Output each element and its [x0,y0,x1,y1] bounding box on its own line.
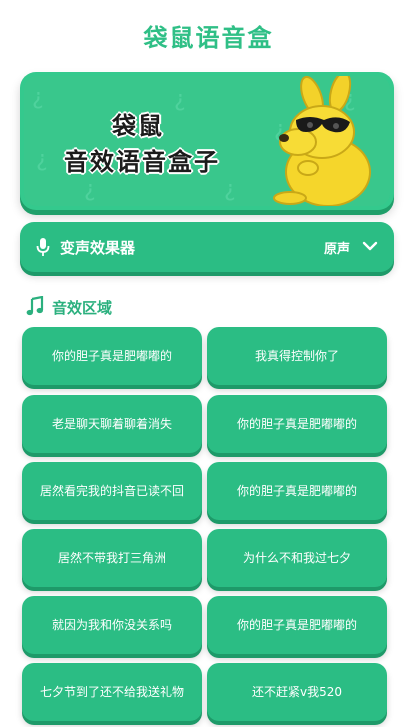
sound-button[interactable]: 七夕节到了还不给我送礼物 [22,663,202,721]
sound-button[interactable]: 居然不带我打三角洲 [22,529,202,587]
sound-button[interactable]: 就因为我和你没关系吗 [22,596,202,654]
music-note-icon [26,296,44,316]
effects-section-label: 音效区域 [52,299,113,317]
banner-title-line2: 音效语音盒子 [63,147,220,177]
svg-text:¿: ¿ [174,87,186,112]
chevron-down-icon [362,241,378,251]
sound-button[interactable]: 为什么不和我过七夕 [207,529,387,587]
sound-button[interactable]: 你的胆子真是肥嘟嘟的 [207,462,387,520]
voice-changer-selector[interactable]: 变声效果器 原声 [20,222,394,272]
app-title: 袋鼠语音盒 [143,24,274,52]
svg-text:¿: ¿ [84,177,96,202]
sound-button[interactable]: 老是聊天聊着聊着消失 [22,395,202,453]
kangaroo-mascot-icon [273,76,371,206]
sound-button[interactable]: 你的胆子真是肥嘟嘟的 [207,395,387,453]
voice-changer-value: 原声 [323,242,350,257]
banner-title-line1: 袋鼠 [111,111,164,141]
svg-text:¿: ¿ [36,147,48,172]
svg-text:¿: ¿ [32,85,44,110]
hero-banner: ¿ ¿ ¿ ¿ ¿ ¿ ¿ 袋鼠 音效语音盒子 [20,72,394,210]
svg-text:¿: ¿ [224,177,236,202]
sound-button[interactable]: 我真得控制你了 [207,327,387,385]
sound-button[interactable]: 还不赶紧v我520 [207,663,387,721]
voice-changer-label: 变声效果器 [60,239,136,257]
sound-button[interactable]: 居然看完我的抖音已读不回 [22,462,202,520]
sound-button[interactable]: 你的胆子真是肥嘟嘟的 [22,327,202,385]
sound-button[interactable]: 你的胆子真是肥嘟嘟的 [207,596,387,654]
mic-icon [36,238,50,256]
